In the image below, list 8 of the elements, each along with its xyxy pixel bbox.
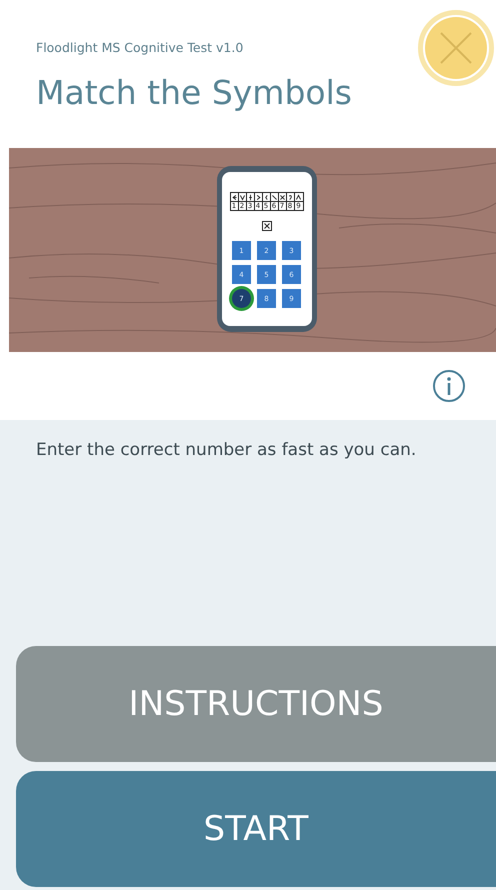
close-icon — [439, 31, 473, 65]
start-button[interactable]: START — [16, 771, 496, 887]
screen-title: Match the Symbols — [36, 76, 353, 109]
instruction-text: Enter the correct number as fast as you can. — [36, 440, 418, 462]
instructions-button[interactable]: INSTRUCTIONS — [16, 646, 496, 762]
info-icon[interactable] — [432, 369, 466, 403]
app-name: Floodlight MS Cognitive Test v1.0 — [36, 40, 244, 55]
target-symbol-icon — [262, 221, 272, 231]
